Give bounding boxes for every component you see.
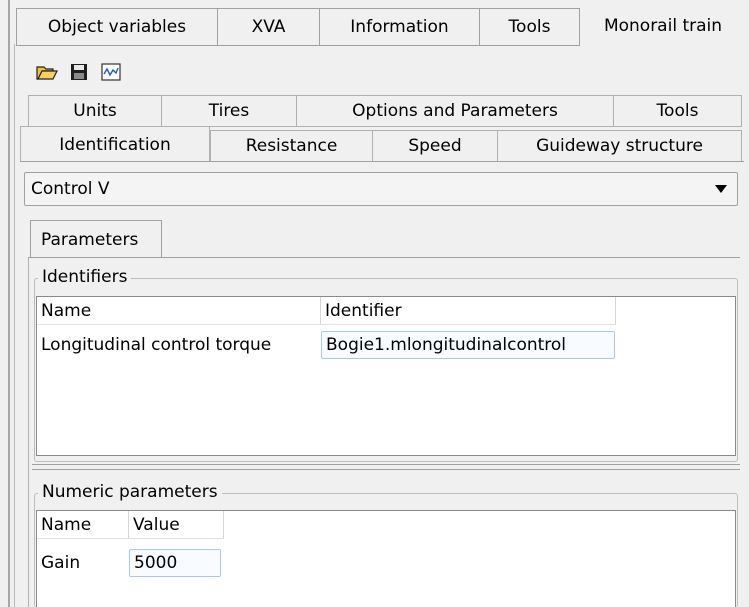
tab-panel-border	[20, 161, 744, 162]
chart-icon[interactable]	[100, 62, 122, 82]
numeric-row-value[interactable]: 5000	[129, 549, 221, 577]
left-frame-bar-inner	[14, 44, 15, 607]
identifier-row-name[interactable]: Longitudinal control torque	[37, 331, 321, 359]
tab-tools[interactable]: Tools	[613, 95, 742, 127]
identifiers-legend: Identifiers	[38, 267, 132, 287]
open-folder-icon[interactable]	[36, 62, 58, 82]
numeric-parameters-legend: Numeric parameters	[38, 482, 222, 502]
control-select[interactable]: Control V	[24, 172, 738, 206]
toolbar	[36, 60, 122, 84]
tab-xva[interactable]: XVA	[217, 8, 320, 46]
identifiers-table: Name Identifier Longitudinal control tor…	[36, 296, 736, 456]
top-tab-bar: Object variables XVA Information Tools M…	[16, 8, 749, 48]
numeric-row-name[interactable]: Gain	[37, 549, 129, 577]
identifier-row-value[interactable]: Bogie1.mlongitudinalcontrol	[321, 331, 615, 359]
tab-options-and-parameters[interactable]: Options and Parameters	[296, 95, 614, 127]
tab-identification[interactable]: Identification	[20, 126, 210, 162]
tab-monorail-train[interactable]: Monorail train	[588, 8, 738, 42]
panel-splitter[interactable]	[32, 464, 740, 470]
control-select-value: Control V	[31, 179, 110, 199]
tab-object-variables[interactable]: Object variables	[16, 8, 218, 46]
tab-tires[interactable]: Tires	[161, 95, 297, 127]
chevron-down-icon[interactable]	[715, 185, 727, 193]
tab-information[interactable]: Information	[319, 8, 480, 46]
left-frame-bar	[8, 0, 10, 607]
identifiers-col-name[interactable]: Name	[37, 297, 321, 325]
numeric-parameters-table: Name Value Gain 5000	[36, 510, 736, 607]
numeric-col-value[interactable]: Value	[129, 511, 224, 539]
tab-tools-top[interactable]: Tools	[479, 8, 580, 46]
tab-parameters[interactable]: Parameters	[30, 220, 162, 258]
identifiers-col-identifier[interactable]: Identifier	[321, 297, 616, 325]
tab-speed[interactable]: Speed	[372, 130, 498, 162]
tab-units[interactable]: Units	[28, 95, 162, 127]
tab-parameters-label: Parameters	[41, 229, 139, 250]
numeric-col-name[interactable]: Name	[37, 511, 129, 539]
tab-resistance[interactable]: Resistance	[210, 130, 373, 162]
save-icon[interactable]	[68, 62, 90, 82]
tab-guideway-structure[interactable]: Guideway structure	[497, 130, 742, 162]
